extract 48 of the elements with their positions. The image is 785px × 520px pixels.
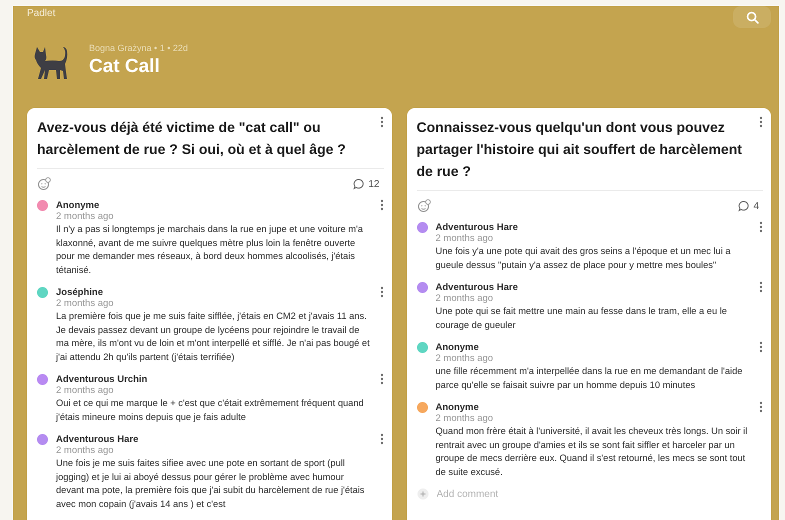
more-icon[interactable] bbox=[380, 433, 384, 445]
comment-count: 4 bbox=[753, 200, 759, 212]
more-icon[interactable] bbox=[759, 116, 763, 128]
more-icon[interactable] bbox=[380, 286, 384, 298]
more-icon[interactable] bbox=[380, 116, 384, 128]
more-icon[interactable] bbox=[380, 373, 384, 385]
comment-text: une fille récemment m'a interpellée dans la rue en me demandant de l'aide parce qu'elle se faisait suivre par un homme depuis 10 minutes bbox=[436, 365, 744, 392]
comment-author: Joséphine bbox=[56, 286, 103, 298]
post-title: Avez-vous déjà été victime de "cat call" ou harcèlement de rue ? Si oui, où et à quel âge ? bbox=[37, 118, 347, 159]
post-title: Connaissez-vous quelqu'un dont vous pouvez partager l'histoire qui ait souffert de harcèlement de rue ? bbox=[416, 118, 743, 181]
comment-author: Adventurous Hare bbox=[56, 434, 138, 444]
comment-time: 2 months ago bbox=[56, 298, 115, 310]
more-icon[interactable] bbox=[759, 341, 763, 353]
comment-time: 2 months ago bbox=[436, 293, 494, 305]
search-button[interactable] bbox=[733, 6, 771, 28]
comment-time: 2 months ago bbox=[436, 413, 494, 425]
comment-author: Adventurous Hare bbox=[436, 222, 518, 232]
more-icon[interactable] bbox=[759, 221, 763, 233]
comment-text: Une pote qui se fait mettre une main au fesse dans le tram, elle a eu le courage de gueuler bbox=[436, 305, 728, 332]
comment-time: 2 months ago bbox=[56, 211, 115, 223]
comment-time: 2 months ago bbox=[436, 353, 494, 365]
comment-text: Il n'y a pas si longtemps je marchais dans la rue en jupe et une voiture m'a klaxonné, avant de me suivre quelques mètre plus loin la fenêtre ouverte pour me demander mes réseaux, à bord deux hommes alcoolisés, j'étais tétanisé. bbox=[56, 223, 364, 276]
add-reaction-icon[interactable] bbox=[416, 199, 430, 213]
comment-time: 2 months ago bbox=[56, 385, 115, 397]
comment-text: Une fois y'a une pote qui avait des gros seins a l'époque et un mec lui a gueule dessus "putain y'a assez de place pour y mettre mes boules" bbox=[436, 245, 732, 272]
comment-count: 12 bbox=[368, 178, 380, 190]
comment-text: Une fois je me suis faites sifiee avec une pote en sortant de sport (pull jogging) et je lui ai aboyé dessus pour gérer le problème avec humour devant ma pote, la première fois que j'ai subit du harcèlement de rue j'étais avec mon copain (j'avais 14 ans ) et c'est bbox=[56, 457, 366, 511]
more-icon[interactable] bbox=[759, 281, 763, 293]
plus-icon bbox=[416, 488, 428, 500]
comment-icon[interactable] bbox=[738, 200, 750, 212]
comment-author: Anonyme bbox=[436, 402, 479, 412]
comment-author: Anonyme bbox=[56, 200, 100, 210]
comment-text: La première fois que je me suis faite sifflée, j'étais en CM2 et j'avais 11 ans. Je devais passez devant un groupe de lycéens pour rejoindre le travail de ma mère, ils m'ont vu de loin et m'ont interpellé et sifflé. Je n'ai pas bougé et j'ai attendu 2h qu'ils partent (j'étais terrifiée) bbox=[56, 310, 371, 364]
more-icon[interactable] bbox=[380, 199, 384, 211]
board-title: Cat Call bbox=[89, 56, 161, 78]
comment-time: 2 months ago bbox=[436, 233, 494, 245]
board-meta: Bogna Grażyna • 1 • 22d bbox=[89, 43, 188, 53]
app-name[interactable]: Padlet bbox=[27, 6, 56, 19]
comment-time: 2 months ago bbox=[56, 445, 115, 457]
comment-icon[interactable] bbox=[353, 178, 366, 190]
comment-author: Adventurous Urchin bbox=[56, 374, 148, 384]
more-icon[interactable] bbox=[759, 401, 763, 413]
add-reaction-icon[interactable] bbox=[37, 177, 51, 191]
comment-text: Oui et ce qui me marque le + c'est que c'était extrêmement fréquent quand j'étais mineure moins depuis que je fais adulte bbox=[56, 397, 365, 424]
comment-text: Quand mon frère était à l'université, il avait les cheveux très longs. Un soir il rentrait avec un groupe d'amies et ils se sont fait siffler et harceler par un groupe de mecs derrière eux. Quand il s'est retourné, les mecs se sont tout de suite excusé. bbox=[436, 425, 748, 478]
comment-author: Adventurous Hare bbox=[436, 282, 518, 292]
search-icon bbox=[746, 10, 758, 24]
comment-author: Anonyme bbox=[436, 342, 479, 352]
